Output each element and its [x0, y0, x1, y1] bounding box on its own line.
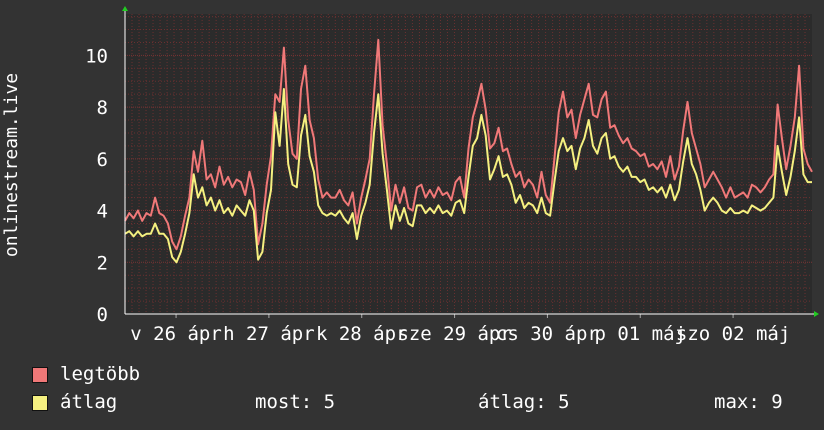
y-tick-label: 2 [97, 252, 108, 274]
x-tick-label: h 27 ápr [223, 323, 315, 345]
stat-current: most: 5 [255, 391, 336, 413]
y-tick-label: 6 [97, 149, 108, 171]
y-tick-label: 10 [85, 45, 108, 67]
y-tick-label: 4 [97, 201, 108, 223]
x-tick-label: sze 29 ápr [397, 323, 511, 345]
y-tick-label: 0 [97, 304, 108, 326]
x-tick-label: v 26 ápr [130, 323, 222, 345]
legend-swatch-max [32, 367, 48, 383]
x-tick-label: k 28 ápr [316, 323, 408, 345]
y-axis-label: onlinestream.live [1, 73, 22, 257]
stat-average: átlag: 5 [478, 391, 570, 413]
y-axis-arrow [122, 6, 128, 11]
x-axis-arrow [814, 311, 819, 317]
line-chart: 0 2 4 6 8 10 v 26 ápr h 27 ápr k 28 áprsze 29 áp… [1, 6, 819, 345]
stat-maximum: max: 9 [714, 391, 783, 413]
legend-swatch-avg [32, 395, 48, 411]
legend-label-avg: átlag [60, 391, 118, 413]
x-tick-label: cs 30 ápr [496, 323, 599, 345]
chart-window: 0 2 4 6 8 10 v 26 ápr h 27 ápr k 28 ápr sze 29 áp… [0, 0, 824, 430]
x-tick-label: p 01 máj [594, 323, 686, 345]
x-tick-label: szo 02 máj [676, 323, 790, 345]
legend-label-max: legtöbb [60, 363, 141, 385]
y-tick-label: 8 [97, 97, 108, 119]
